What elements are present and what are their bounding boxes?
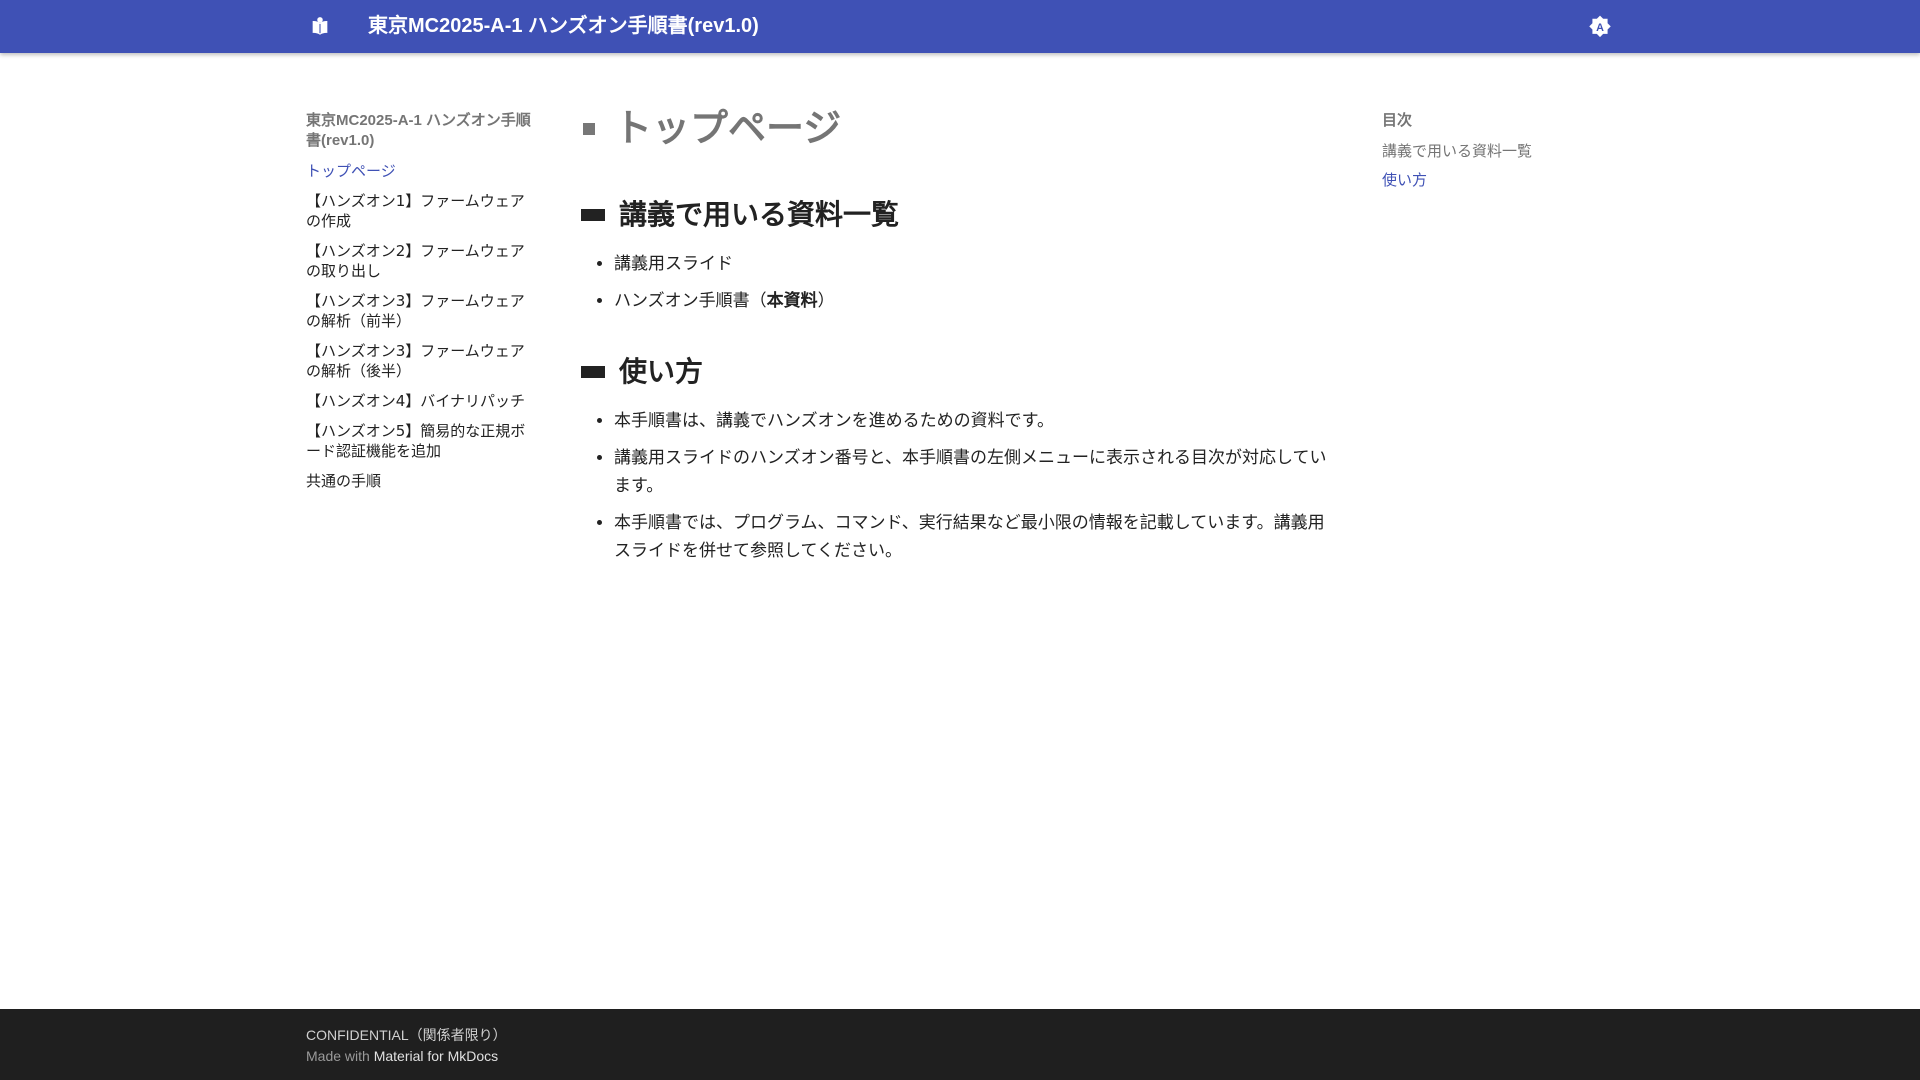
nav-item-handson-3-second[interactable]: 【ハンズオン3】ファームウェアの解析（後半） xyxy=(306,341,538,381)
nav-item-common-steps[interactable]: 共通の手順 xyxy=(306,471,538,491)
book-open-icon xyxy=(312,17,328,35)
main-content: トップページ 講義で用いる資料一覧 講義用スライド ハンズオン手順書（本資料） … xyxy=(581,104,1327,603)
nav-item-handson-2[interactable]: 【ハンズオン2】ファームウェアの取り出し xyxy=(306,241,538,281)
footer-material-link[interactable]: Material for MkDocs xyxy=(374,1048,498,1064)
materials-list: 講義用スライド ハンズオン手順書（本資料） xyxy=(581,250,1327,315)
nav-list: トップページ 【ハンズオン1】ファームウェアの作成 【ハンズオン2】ファームウェ… xyxy=(306,161,538,491)
header-bar: 東京MC2025-A-1 ハンズオン手順書(rev1.0) A xyxy=(0,0,1920,53)
nav-item-handson-3-first[interactable]: 【ハンズオン3】ファームウェアの解析（前半） xyxy=(306,291,538,331)
heading-marker-icon xyxy=(581,209,605,221)
heading-marker-icon xyxy=(583,123,595,135)
site-logo[interactable] xyxy=(306,13,334,41)
table-of-contents: 目次 講義で用いる資料一覧 使い方 xyxy=(1382,111,1632,199)
footer-confidential: CONFIDENTIAL（関係者限り） xyxy=(306,1027,507,1043)
list-item: 講義用スライド xyxy=(614,250,1327,278)
section-heading-usage: 使い方 xyxy=(619,356,704,387)
list-item: 本手順書は、講義でハンズオンを進めるための資料です。 xyxy=(614,407,1327,435)
nav-item-top-page[interactable]: トップページ xyxy=(306,161,538,181)
nav-item-handson-5[interactable]: 【ハンズオン5】簡易的な正規ボード認証機能を追加 xyxy=(306,421,538,461)
nav-title: 東京MC2025-A-1 ハンズオン手順書(rev1.0) xyxy=(306,112,531,149)
nav-item-handson-1[interactable]: 【ハンズオン1】ファームウェアの作成 xyxy=(306,191,538,231)
nav-item-handson-4[interactable]: 【ハンズオン4】バイナリパッチ xyxy=(306,391,538,411)
toc-item-usage[interactable]: 使い方 xyxy=(1382,170,1632,190)
footer: CONFIDENTIAL（関係者限り） Made with Material f… xyxy=(0,1009,1920,1080)
toc-item-materials[interactable]: 講義で用いる資料一覧 xyxy=(1382,141,1632,161)
list-item: 本手順書では、プログラム、コマンド、実行結果など最小限の情報を記載しています。講… xyxy=(614,509,1327,565)
heading-marker-icon xyxy=(581,366,605,378)
brightness-auto-icon: A xyxy=(1589,15,1611,38)
section-heading-materials: 講義で用いる資料一覧 xyxy=(619,199,900,230)
list-item-bold-text: 本資料 xyxy=(766,291,818,311)
site-title[interactable]: 東京MC2025-A-1 ハンズオン手順書(rev1.0) xyxy=(368,12,759,40)
footer-made-with: Made with xyxy=(306,1048,370,1064)
section-heading-row: 講義で用いる資料一覧 xyxy=(581,196,1327,234)
page-title-row: トップページ xyxy=(581,104,1327,154)
section-heading-row: 使い方 xyxy=(581,353,1327,391)
footer-credit: Made with Material for MkDocs xyxy=(306,1046,498,1066)
theme-toggle-button[interactable]: A xyxy=(1585,12,1615,42)
svg-text:A: A xyxy=(1596,22,1604,34)
list-item-text: ハンズオン手順書（ xyxy=(614,291,767,311)
list-item: ハンズオン手順書（本資料） xyxy=(614,287,1327,315)
toc-list: 講義で用いる資料一覧 使い方 xyxy=(1382,141,1632,190)
toc-title: 目次 xyxy=(1382,112,1413,129)
page-title: トップページ xyxy=(614,108,842,150)
list-item: 講義用スライドのハンズオン番号と、本手順書の左側メニューに表示される目次が対応し… xyxy=(614,444,1327,500)
list-item-text: ） xyxy=(817,291,835,311)
usage-list: 本手順書は、講義でハンズオンを進めるための資料です。 講義用スライドのハンズオン… xyxy=(581,407,1327,565)
primary-nav: 東京MC2025-A-1 ハンズオン手順書(rev1.0) トップページ 【ハン… xyxy=(306,111,538,501)
